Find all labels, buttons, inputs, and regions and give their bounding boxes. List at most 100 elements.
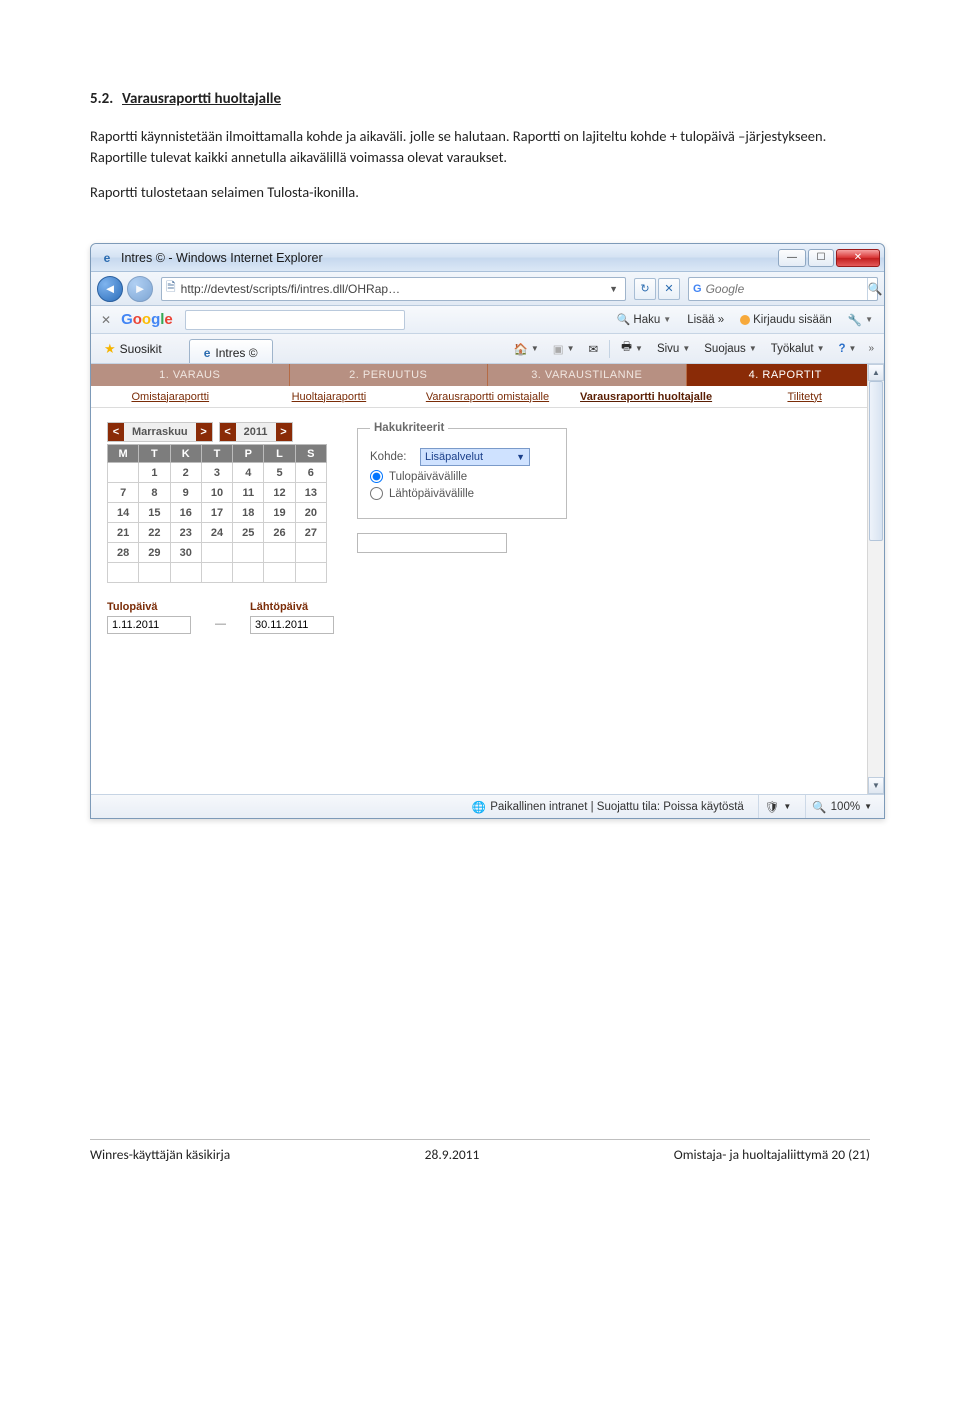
sub-tab-huoltajaraportti[interactable]: Huoltajaraportti [250,386,409,407]
scroll-down-button[interactable]: ▼ [868,777,884,794]
nav-back-button[interactable]: ◄ [97,276,123,302]
window-favicon: e [99,250,115,266]
calendar-day[interactable]: 25 [233,523,264,543]
globe-icon: 🌐 [472,800,486,814]
calendar-day[interactable]: 4 [233,463,264,483]
calendar-day[interactable]: 16 [170,503,201,523]
calendar-day[interactable]: 26 [264,523,295,543]
calendar-day[interactable]: 8 [139,483,170,503]
protected-mode-icon[interactable]: 🛡▼ [758,795,798,818]
scroll-thumb[interactable] [869,381,883,541]
main-tab-varaustilanne[interactable]: 3. VARAUSTILANNE [488,364,687,386]
main-tab-raportit[interactable]: 4. RAPORTIT [687,364,885,386]
print-button[interactable]: 🖶▼ [615,338,649,360]
browser-search-box[interactable]: G 🔍 [688,277,878,301]
stop-button[interactable]: ✕ [658,278,680,300]
browser-tab[interactable]: e Intres © [189,339,273,363]
home-button[interactable]: 🏠▼ [507,338,544,360]
footer-left: Winres-käyttäjän käsikirja [90,1146,230,1163]
calendar-day [201,563,232,583]
toolbar-overflow-icon[interactable]: » [864,343,878,354]
wrench-icon[interactable]: 🔧▼ [843,313,878,327]
calendar-day[interactable]: 5 [264,463,295,483]
main-tab-peruutus[interactable]: 2. PERUUTUS [290,364,489,386]
calendar-day[interactable]: 27 [295,523,326,543]
sub-tab-varausraportti-huoltajalle[interactable]: Varausraportti huoltajalle [567,386,726,407]
calendar-day[interactable]: 1 [139,463,170,483]
calendar-day[interactable]: 18 [233,503,264,523]
calendar-day[interactable]: 22 [139,523,170,543]
vertical-scrollbar[interactable]: ▲ ▼ [867,364,884,794]
google-icon: G [693,283,702,295]
calendar-day[interactable]: 24 [201,523,232,543]
mail-button[interactable]: ✉ [583,338,605,360]
search-icon[interactable]: 🔍 [867,278,883,300]
calendar-day[interactable]: 7 [108,483,139,503]
feeds-button[interactable]: ▣▼ [547,338,581,360]
calendar-day[interactable]: 9 [170,483,201,503]
calendar-day[interactable]: 20 [295,503,326,523]
calendar-day[interactable]: 21 [108,523,139,543]
kohde-select[interactable]: Lisäpalvelut ▼ [420,448,530,466]
calendar-next-year[interactable]: > [276,423,292,441]
toolbar-close-icon[interactable]: ✕ [97,313,115,327]
zoom-control[interactable]: 🔍 100% ▼ [805,795,878,818]
calendar-day[interactable]: 6 [295,463,326,483]
calendar-day[interactable]: 2 [170,463,201,483]
safety-menu-button[interactable]: Suojaus▼ [698,338,762,360]
body-paragraph-2: Raportti tulostetaan selaimen Tulosta-ik… [90,182,870,203]
calendar-day[interactable]: 3 [201,463,232,483]
rss-icon: ▣ [553,342,564,356]
calendar-prev-month[interactable]: < [108,423,124,441]
calendar-prev-year[interactable]: < [220,423,236,441]
radio-lahtopaiva[interactable] [370,487,383,500]
help-button[interactable]: ?▼ [832,338,862,360]
google-toolbar-haku[interactable]: 🔍 Haku▼ [612,313,676,326]
calendar-day[interactable]: 15 [139,503,170,523]
window-title: Intres © - Windows Internet Explorer [121,251,772,265]
address-dropdown-icon[interactable]: ▼ [606,284,621,294]
calendar-day[interactable]: 13 [295,483,326,503]
sub-tab-omistajaraportti[interactable]: Omistajaraportti [91,386,250,407]
calendar-day[interactable]: 29 [139,543,170,563]
favorites-button[interactable]: ★ Suosikit [97,338,169,360]
sub-tab-varausraportti-omistajalle[interactable]: Varausraportti omistajalle [408,386,567,407]
status-dot-icon [740,315,750,325]
calendar-day[interactable]: 14 [108,503,139,523]
nav-forward-button[interactable]: ► [127,276,153,302]
calendar-day[interactable]: 28 [108,543,139,563]
window-minimize-button[interactable]: — [778,249,806,267]
calendar-weekday: P [233,445,264,463]
calendar-day[interactable]: 30 [170,543,201,563]
print-icon: 🖶 [621,339,632,358]
departure-date-input[interactable] [250,616,334,634]
calendar-day[interactable]: 10 [201,483,232,503]
sub-tab-tilitetyt[interactable]: Tilitetyt [725,386,884,407]
address-input[interactable] [181,282,601,296]
calendar-day[interactable]: 11 [233,483,264,503]
google-toolbar-search[interactable] [185,310,405,330]
calendar-next-month[interactable]: > [196,423,212,441]
calendar-day[interactable]: 19 [264,503,295,523]
address-bar[interactable]: 🗎 ▼ [161,277,626,301]
scroll-up-button[interactable]: ▲ [868,364,884,381]
calendar-widget: < Marraskuu > < 2011 > MTKTPLS 123456789… [107,422,327,634]
arrival-date-input[interactable] [107,616,191,634]
tools-menu-button[interactable]: Työkalut▼ [765,338,831,360]
page-menu-button[interactable]: Sivu▼ [651,338,696,360]
google-toolbar-signin[interactable]: Kirjaudu sisään [735,314,837,326]
main-tab-varaus[interactable]: 1. VARAUS [91,364,290,386]
google-toolbar-more[interactable]: Lisää » [682,314,729,326]
refresh-button[interactable]: ↻ [634,278,656,300]
radio-tulopaiva[interactable] [370,470,383,483]
section-number: 5.2. [90,90,122,108]
window-close-button[interactable]: ✕ [836,249,880,267]
calendar-day [233,563,264,583]
tab-label: Intres © [215,346,257,360]
calendar-day[interactable]: 12 [264,483,295,503]
calendar-day[interactable]: 23 [170,523,201,543]
criteria-text-input[interactable] [357,533,507,553]
window-maximize-button[interactable]: ☐ [808,249,834,267]
browser-search-input[interactable] [706,282,863,296]
calendar-day[interactable]: 17 [201,503,232,523]
